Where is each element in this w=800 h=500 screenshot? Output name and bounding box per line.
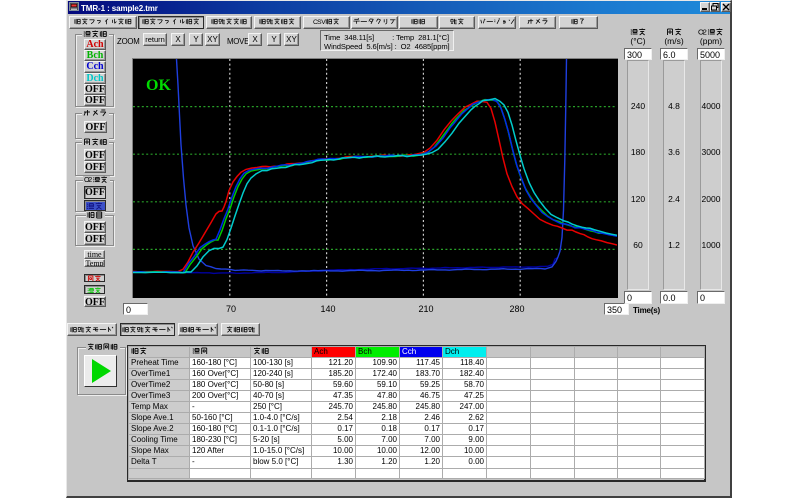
svg-text:V: V xyxy=(321,19,326,26)
svg-text:OK: OK xyxy=(146,77,171,94)
svg-text:2: 2 xyxy=(88,176,92,184)
